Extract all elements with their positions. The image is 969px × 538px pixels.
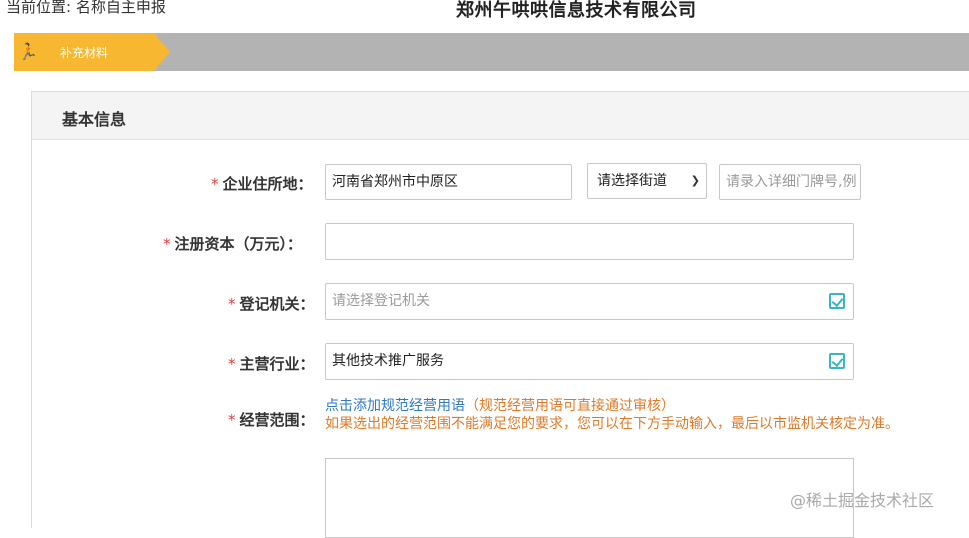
watermark: @稀土掘金技术社区: [790, 491, 935, 510]
street-select-value: 请选择街道: [597, 173, 667, 189]
capital-input[interactable]: [325, 223, 854, 260]
registry-label-text: 登记机关：: [239, 295, 315, 313]
required-mark: *: [228, 411, 236, 429]
step-bar: 🏃 补充材料: [14, 33, 969, 71]
capital-label-text: 注册资本（万元）：: [174, 235, 303, 253]
registry-select[interactable]: 请选择登记机关: [325, 283, 854, 320]
required-mark: *: [228, 295, 236, 313]
required-mark: *: [163, 235, 171, 253]
add-standard-scope-link[interactable]: 点击添加规范经营用语: [325, 398, 465, 414]
step-arrow: [154, 33, 170, 71]
street-select[interactable]: 请选择街道 ❯: [587, 163, 707, 199]
industry-select[interactable]: 其他技术推广服务: [325, 343, 854, 380]
panel-header: 基本信息: [32, 92, 969, 140]
address-detail-input[interactable]: 请录入详细门牌号,例: [719, 164, 861, 200]
top-bar: 当前位置: 名称自主申报 郑州午哄哄信息技术有限公司: [0, 0, 969, 30]
address-label: * 企业住所地：: [211, 173, 313, 194]
address-detail-placeholder: 请录入详细门牌号,例: [726, 174, 857, 190]
scope-label-text: 经营范围：: [239, 411, 315, 429]
industry-value: 其他技术推广服务: [332, 353, 444, 369]
scope-note: 如果选出的经营范围不能满足您的要求，您可以在下方手动输入，最后以市监机关核定为准…: [325, 416, 899, 432]
panel-title: 基本信息: [62, 110, 127, 129]
registry-label: * 登记机关：: [228, 293, 315, 314]
industry-label-text: 主营行业：: [239, 355, 315, 373]
step-supplement-materials[interactable]: 🏃 补充材料: [14, 33, 154, 71]
runner-icon: 🏃: [18, 42, 38, 61]
select-check-icon[interactable]: [829, 353, 845, 369]
scope-textarea[interactable]: [325, 458, 854, 538]
scope-hint: （规范经营用语可直接通过审核）: [465, 398, 675, 414]
scope-label: * 经营范围：: [228, 409, 315, 430]
address-region-field[interactable]: 河南省郑州市中原区: [325, 164, 572, 200]
registry-placeholder: 请选择登记机关: [332, 293, 430, 309]
required-mark: *: [211, 175, 219, 193]
select-check-icon[interactable]: [829, 293, 845, 309]
breadcrumb: 当前位置: 名称自主申报: [6, 0, 166, 16]
industry-label: * 主营行业：: [228, 353, 315, 374]
chevron-down-icon: ❯: [690, 174, 700, 187]
capital-label: * 注册资本（万元）：: [163, 233, 302, 254]
address-label-text: 企业住所地：: [222, 175, 313, 193]
scope-link-line: 点击添加规范经营用语（规范经营用语可直接通过审核）: [325, 395, 675, 415]
address-region-value: 河南省郑州市中原区: [332, 174, 458, 190]
step-label: 补充材料: [60, 46, 109, 60]
company-title: 郑州午哄哄信息技术有限公司: [456, 0, 697, 21]
required-mark: *: [228, 355, 236, 373]
